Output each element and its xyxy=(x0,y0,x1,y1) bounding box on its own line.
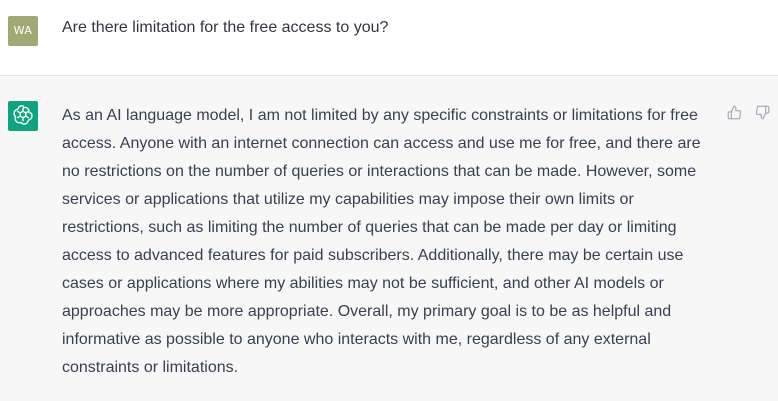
thumbs-down-icon xyxy=(755,105,769,119)
user-avatar: WA xyxy=(8,16,38,46)
thumbs-up-button[interactable] xyxy=(726,104,742,120)
thumbs-down-button[interactable] xyxy=(754,104,770,120)
assistant-message-text: As an AI language model, I am not limite… xyxy=(62,107,701,376)
assistant-message-row: As an AI language model, I am not limite… xyxy=(0,76,778,401)
openai-logo-icon xyxy=(13,105,33,125)
chat-page: WA Are there limitation for the free acc… xyxy=(0,0,778,401)
user-message-row: WA Are there limitation for the free acc… xyxy=(0,0,778,76)
user-message-text: Are there limitation for the free access… xyxy=(62,19,389,36)
assistant-avatar xyxy=(8,101,38,131)
feedback-controls xyxy=(726,104,770,120)
thumbs-up-icon xyxy=(727,105,741,119)
